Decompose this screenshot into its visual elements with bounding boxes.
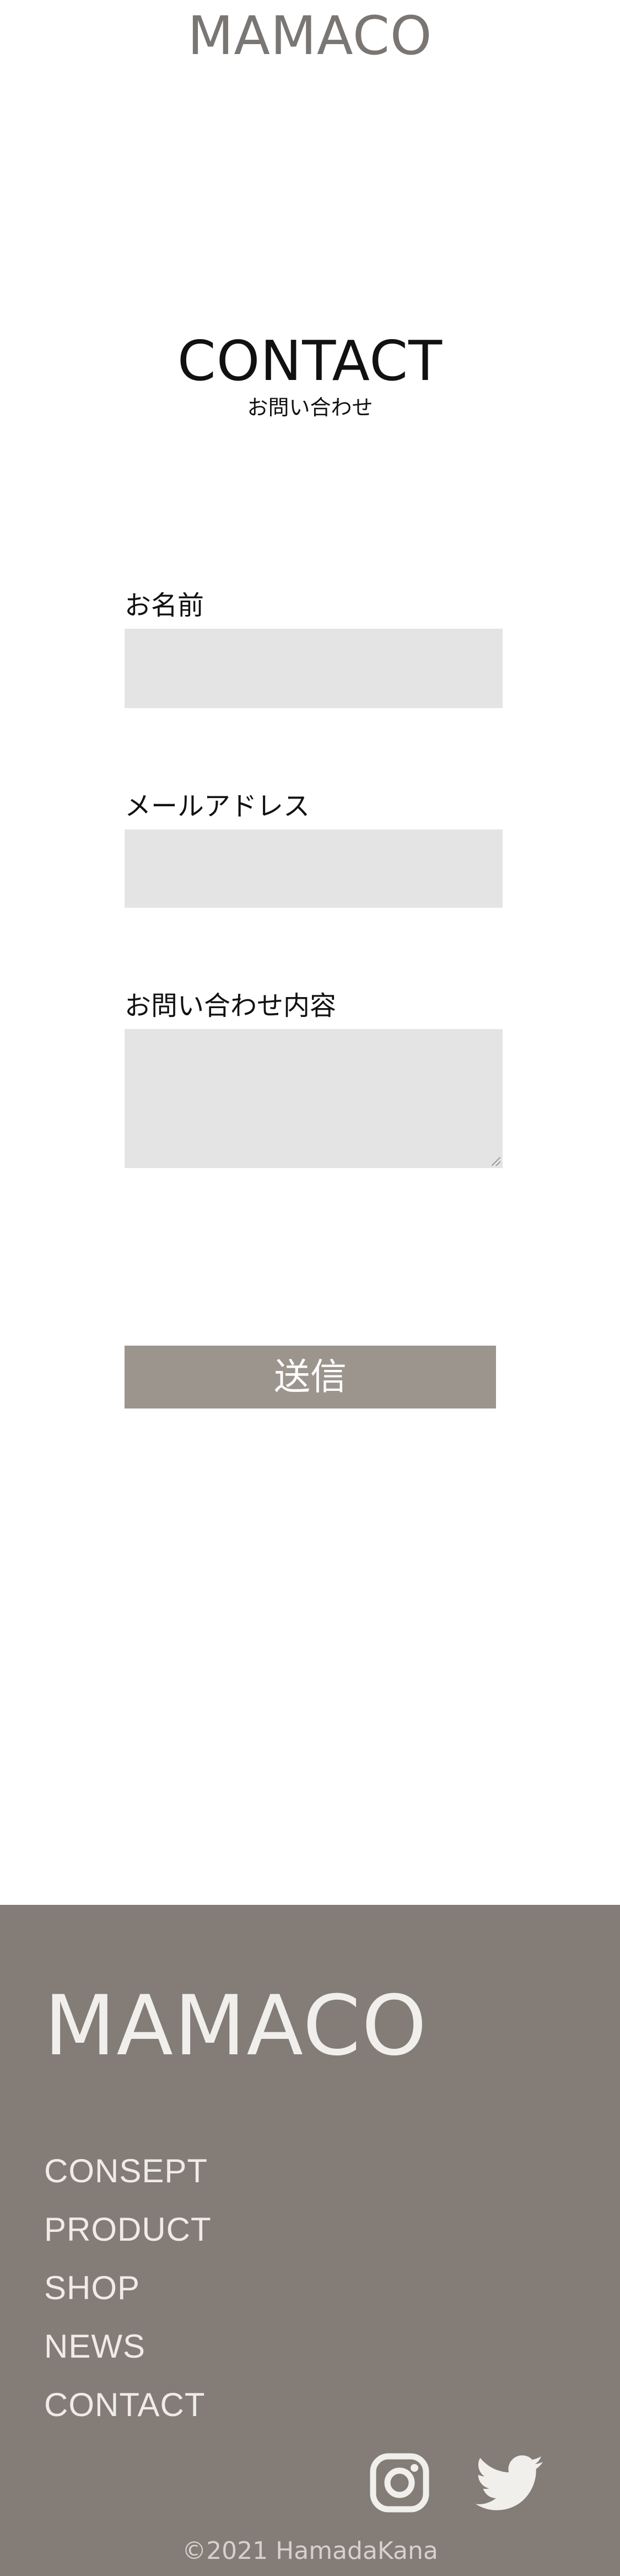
footer-nav-news[interactable]: NEWS	[44, 2317, 212, 2376]
message-label: お問い合わせ内容	[125, 990, 337, 1021]
twitter-icon[interactable]	[475, 2455, 543, 2511]
copyright: ©2021 HamadaKana	[182, 2537, 438, 2565]
submit-button[interactable]: 送信	[125, 1346, 496, 1409]
instagram-icon[interactable]	[369, 2452, 430, 2513]
email-input[interactable]	[125, 829, 503, 908]
footer-nav-product[interactable]: PRODUCT	[44, 2200, 212, 2259]
email-label: メールアドレス	[125, 791, 310, 822]
name-label: お名前	[125, 590, 204, 621]
page-title: CONTACT	[177, 329, 443, 393]
footer-nav-shop[interactable]: SHOP	[44, 2259, 212, 2317]
footer-logo[interactable]: MAMACO	[44, 1977, 428, 2076]
footer-nav-consept[interactable]: CONSEPT	[44, 2142, 212, 2200]
name-input[interactable]	[125, 629, 503, 708]
site-logo[interactable]: MAMACO	[0, 0, 620, 72]
footer-nav: CONSEPT PRODUCT SHOP NEWS CONTACT	[44, 2142, 212, 2434]
message-textarea[interactable]	[125, 1029, 503, 1168]
site-footer: MAMACO CONSEPT PRODUCT SHOP NEWS CONTACT…	[0, 1905, 620, 2576]
footer-nav-contact[interactable]: CONTACT	[44, 2376, 212, 2434]
page-subtitle: お問い合わせ	[247, 395, 373, 420]
textarea-resize-handle[interactable]	[492, 1157, 500, 1166]
